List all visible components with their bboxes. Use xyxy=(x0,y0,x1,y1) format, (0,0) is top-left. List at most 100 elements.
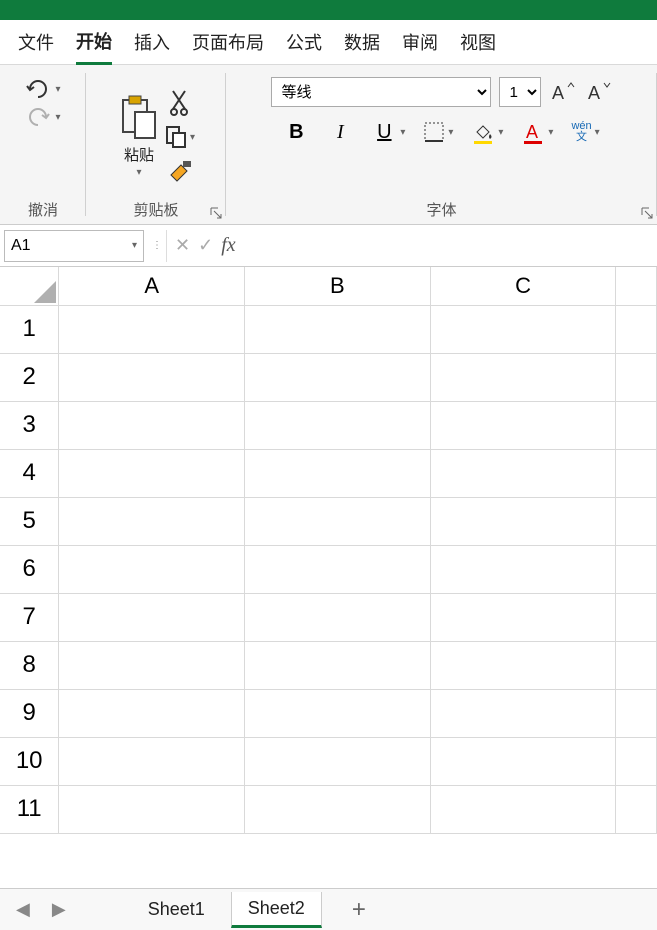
cell[interactable] xyxy=(245,449,431,497)
fill-color-button[interactable]: ▾ xyxy=(471,120,503,144)
italic-button[interactable]: I xyxy=(327,119,353,145)
cell[interactable] xyxy=(59,737,245,785)
row-header[interactable]: 3 xyxy=(0,401,59,449)
row-header[interactable]: 2 xyxy=(0,353,59,401)
cell[interactable] xyxy=(616,353,657,401)
row-header[interactable]: 5 xyxy=(0,497,59,545)
cell[interactable] xyxy=(59,305,245,353)
cell[interactable] xyxy=(616,593,657,641)
cell[interactable] xyxy=(59,593,245,641)
cell[interactable] xyxy=(59,401,245,449)
menu-home[interactable]: 开始 xyxy=(76,20,112,65)
cell[interactable] xyxy=(616,641,657,689)
copy-button[interactable]: ▾ xyxy=(165,125,195,149)
menu-review[interactable]: 审阅 xyxy=(402,21,438,63)
cell[interactable] xyxy=(245,785,431,833)
cell[interactable] xyxy=(430,353,616,401)
cell[interactable] xyxy=(430,401,616,449)
row-header[interactable]: 11 xyxy=(0,785,59,833)
name-box[interactable]: A1 ▾ xyxy=(4,230,144,262)
shrink-font-button[interactable]: A xyxy=(585,78,613,106)
add-sheet-button[interactable]: + xyxy=(332,896,386,924)
cell[interactable] xyxy=(430,305,616,353)
tab-nav-prev[interactable]: ◀ xyxy=(10,899,36,920)
column-header[interactable]: B xyxy=(245,267,431,305)
column-header[interactable] xyxy=(616,267,657,305)
cell[interactable] xyxy=(616,545,657,593)
menu-insert[interactable]: 插入 xyxy=(134,21,170,63)
tab-nav-next[interactable]: ▶ xyxy=(46,899,72,920)
menu-data[interactable]: 数据 xyxy=(344,21,380,63)
more-icon[interactable]: ⋮ xyxy=(148,240,166,251)
row-header[interactable]: 1 xyxy=(0,305,59,353)
border-button[interactable]: ▾ xyxy=(423,121,453,143)
cell[interactable] xyxy=(245,497,431,545)
cell[interactable] xyxy=(430,689,616,737)
phonetic-button[interactable]: wén 文 ▾ xyxy=(571,121,599,143)
row-header[interactable]: 10 xyxy=(0,737,59,785)
sheet-tab[interactable]: Sheet1 xyxy=(132,893,221,926)
cell[interactable] xyxy=(430,545,616,593)
cell[interactable] xyxy=(59,545,245,593)
cell[interactable] xyxy=(245,737,431,785)
font-size-select[interactable]: 11 xyxy=(499,77,541,107)
grow-font-button[interactable]: A xyxy=(549,78,577,106)
cell[interactable] xyxy=(616,401,657,449)
menu-view[interactable]: 视图 xyxy=(460,21,496,63)
cell[interactable] xyxy=(430,497,616,545)
dialog-launcher-icon[interactable] xyxy=(640,206,654,220)
column-header[interactable]: C xyxy=(430,267,616,305)
row-header[interactable]: 9 xyxy=(0,689,59,737)
font-name-select[interactable]: 等线 xyxy=(271,77,491,107)
cell[interactable] xyxy=(430,641,616,689)
cell[interactable] xyxy=(616,785,657,833)
cell[interactable] xyxy=(616,497,657,545)
row-header[interactable]: 8 xyxy=(0,641,59,689)
menu-formula[interactable]: 公式 xyxy=(286,21,322,63)
cell[interactable] xyxy=(430,593,616,641)
menu-file[interactable]: 文件 xyxy=(18,21,54,63)
cell[interactable] xyxy=(59,497,245,545)
paste-button[interactable]: 粘贴 ▾ xyxy=(117,94,161,178)
row-header[interactable]: 6 xyxy=(0,545,59,593)
confirm-icon[interactable]: ✓ xyxy=(198,235,213,256)
cell[interactable] xyxy=(616,737,657,785)
menu-layout[interactable]: 页面布局 xyxy=(192,21,264,63)
cell[interactable] xyxy=(245,305,431,353)
cell[interactable] xyxy=(245,641,431,689)
cell[interactable] xyxy=(245,353,431,401)
cell[interactable] xyxy=(59,449,245,497)
font-color-button[interactable]: A ▾ xyxy=(521,120,553,144)
cell[interactable] xyxy=(430,785,616,833)
cell[interactable] xyxy=(59,353,245,401)
cancel-icon[interactable]: ✕ xyxy=(175,235,190,256)
spreadsheet-grid[interactable]: A B C 1 2 3 4 5 6 7 8 9 10 11 xyxy=(0,267,657,888)
cell[interactable] xyxy=(430,737,616,785)
dialog-launcher-icon[interactable] xyxy=(209,206,223,220)
cell[interactable] xyxy=(245,401,431,449)
undo-button[interactable]: ▾ xyxy=(25,79,60,99)
cell[interactable] xyxy=(59,689,245,737)
row-header[interactable]: 7 xyxy=(0,593,59,641)
cut-icon[interactable] xyxy=(169,89,191,117)
format-painter-icon[interactable] xyxy=(167,157,193,183)
copy-icon xyxy=(165,125,187,149)
cell[interactable] xyxy=(245,593,431,641)
cell[interactable] xyxy=(616,305,657,353)
redo-button[interactable]: ▾ xyxy=(25,107,60,127)
underline-button[interactable]: U ▾ xyxy=(371,119,405,145)
cell[interactable] xyxy=(616,449,657,497)
select-all-corner[interactable] xyxy=(0,267,59,305)
cell[interactable] xyxy=(59,785,245,833)
cell[interactable] xyxy=(245,545,431,593)
bold-button[interactable]: B xyxy=(283,119,309,145)
fx-icon[interactable]: fx xyxy=(221,234,235,257)
formula-input[interactable] xyxy=(244,230,657,262)
column-header[interactable]: A xyxy=(59,267,245,305)
row-header[interactable]: 4 xyxy=(0,449,59,497)
cell[interactable] xyxy=(430,449,616,497)
sheet-tab[interactable]: Sheet2 xyxy=(231,892,322,928)
cell[interactable] xyxy=(245,689,431,737)
cell[interactable] xyxy=(616,689,657,737)
cell[interactable] xyxy=(59,641,245,689)
